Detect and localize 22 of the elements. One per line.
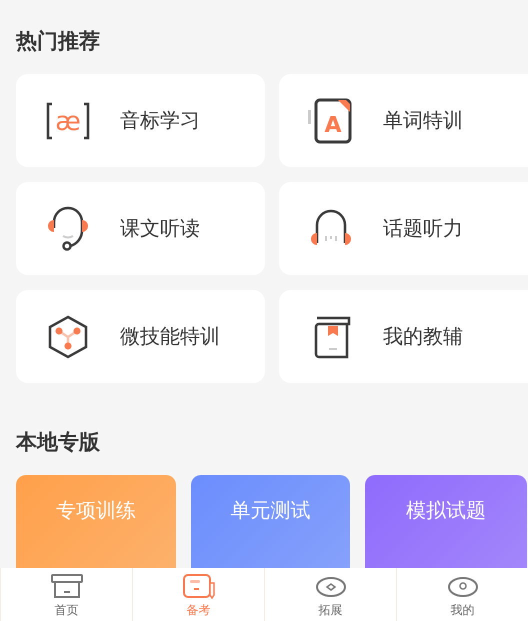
tab[interactable]: 首页 <box>0 568 132 621</box>
feature-label: 话题听力 <box>383 215 463 242</box>
board-pencil-icon <box>182 573 216 599</box>
feature-card[interactable]: 微技能特训 <box>16 290 265 383</box>
section-title: 热门推荐 <box>14 28 101 55</box>
box-icon <box>50 573 84 599</box>
feature-label: 微技能特训 <box>120 323 220 350</box>
feature-label: 音标学习 <box>120 107 200 134</box>
hexagon-icon <box>46 314 90 360</box>
section-title: 本地专版 <box>14 429 101 456</box>
feature-card[interactable]: 我的教辅 <box>279 290 528 383</box>
feature-label: 单词特训 <box>383 107 463 134</box>
feature-card[interactable]: A 单词特训 <box>279 74 528 167</box>
feature-card[interactable]: æ 音标学习 <box>16 74 265 167</box>
feature-label: 我的教辅 <box>383 323 463 350</box>
feature-card[interactable]: 话题听力 <box>279 182 528 275</box>
tab[interactable]: 我的 <box>396 568 528 621</box>
category-card[interactable]: 模拟试题 <box>365 475 527 568</box>
tab[interactable]: 拓展 <box>264 568 396 621</box>
feature-card[interactable]: 课文听读 <box>16 182 265 275</box>
feature-label: 课文听读 <box>120 215 200 242</box>
headset-icon <box>45 206 91 252</box>
